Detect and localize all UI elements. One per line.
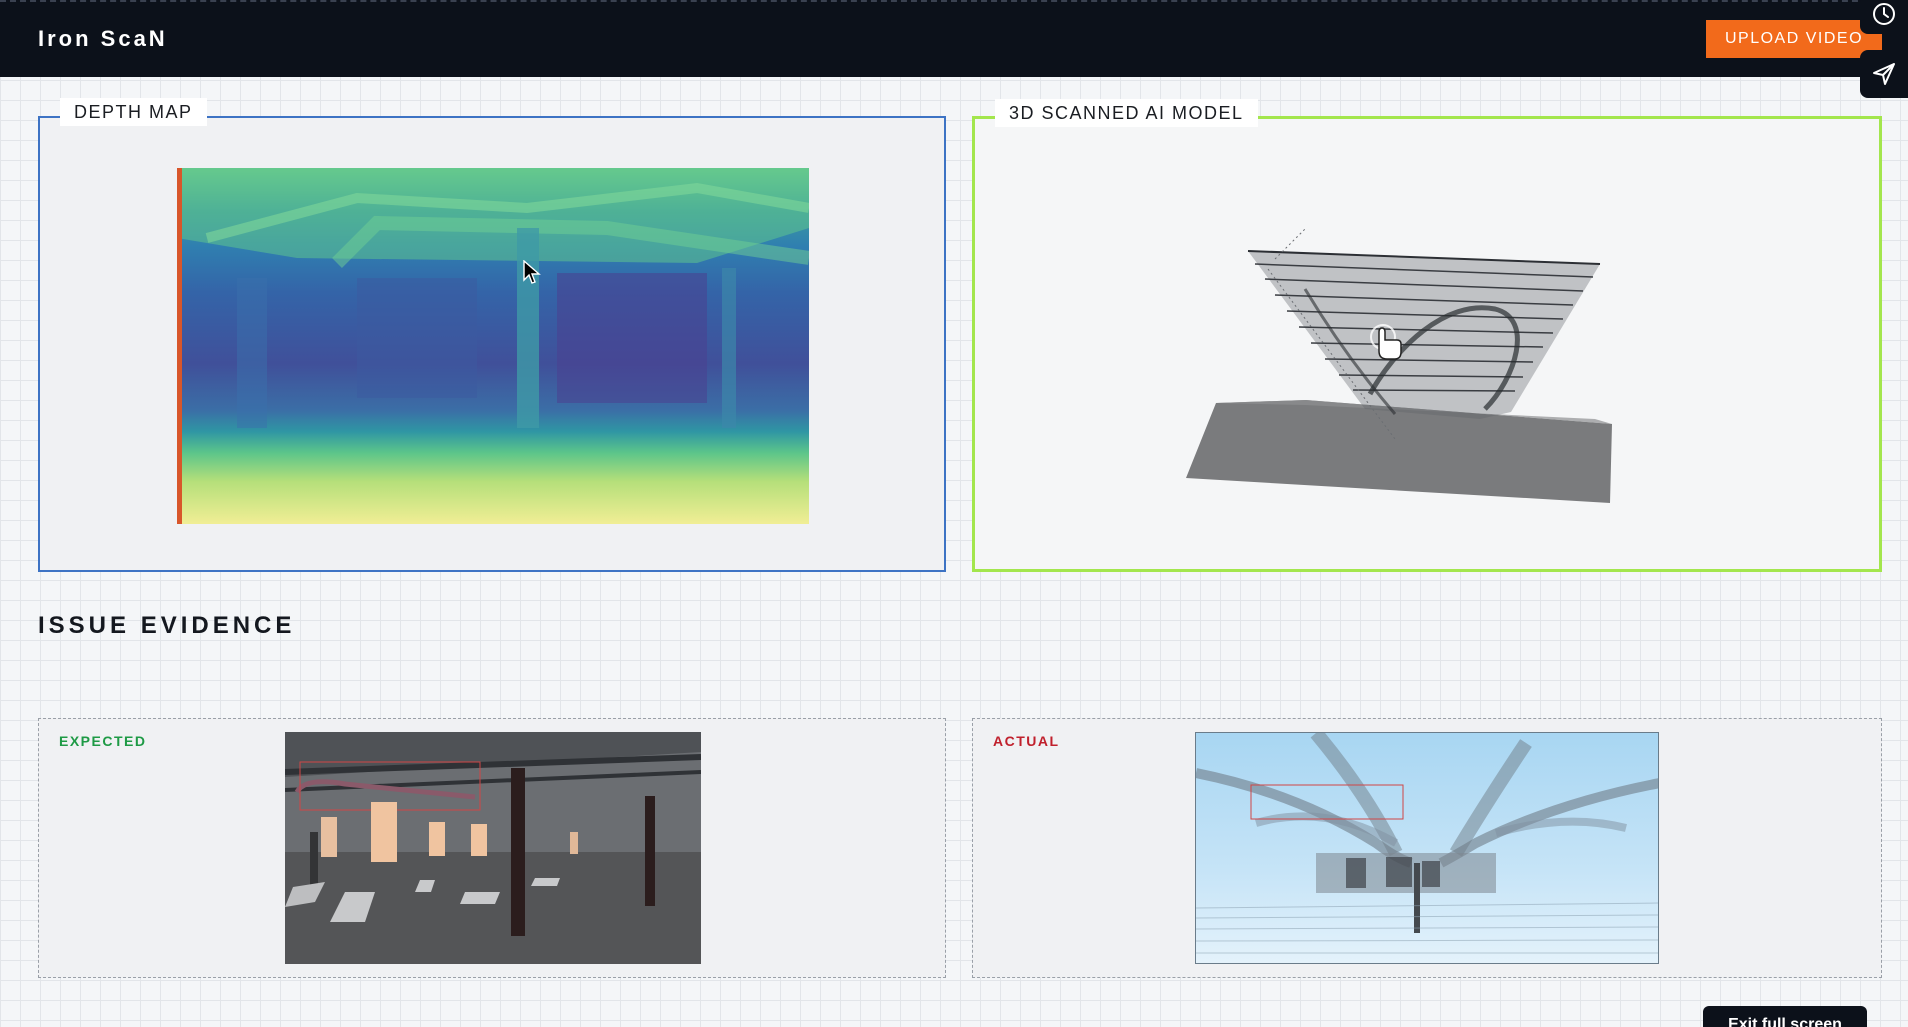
3d-model-viewport[interactable] [975, 119, 1879, 569]
upload-video-button[interactable]: UPLOAD VIDEO [1706, 20, 1882, 58]
actual-label: ACTUAL [993, 733, 1060, 749]
actual-evidence-card: ACTUAL [972, 718, 1882, 978]
depth-map-image[interactable] [177, 168, 809, 524]
depth-map-panel: DEPTH MAP [38, 98, 946, 572]
expected-render-image[interactable] [285, 732, 701, 964]
exit-fullscreen-button[interactable]: Exit full screen [1703, 1006, 1867, 1027]
depth-map-structure [177, 168, 809, 524]
issue-evidence-title: ISSUE EVIDENCE [38, 612, 296, 639]
expected-render-scene [285, 732, 701, 964]
expected-evidence-card: EXPECTED [38, 718, 946, 978]
depth-map-title: DEPTH MAP [60, 98, 207, 126]
send-button[interactable] [1860, 50, 1908, 98]
app-title: Iron ScaN [38, 26, 168, 51]
clock-icon [1873, 3, 1895, 25]
actual-scan-scene [1196, 733, 1658, 954]
actual-scan-image[interactable] [1195, 732, 1659, 964]
3d-model-panel: 3D SCANNED AI MODEL [972, 99, 1882, 572]
history-button[interactable] [1860, 0, 1908, 34]
top-bar: Iron ScaN UPLOAD VIDEO [0, 0, 1908, 77]
send-icon [1873, 63, 1895, 85]
expected-label: EXPECTED [59, 733, 147, 749]
cursor-icon [523, 260, 541, 284]
